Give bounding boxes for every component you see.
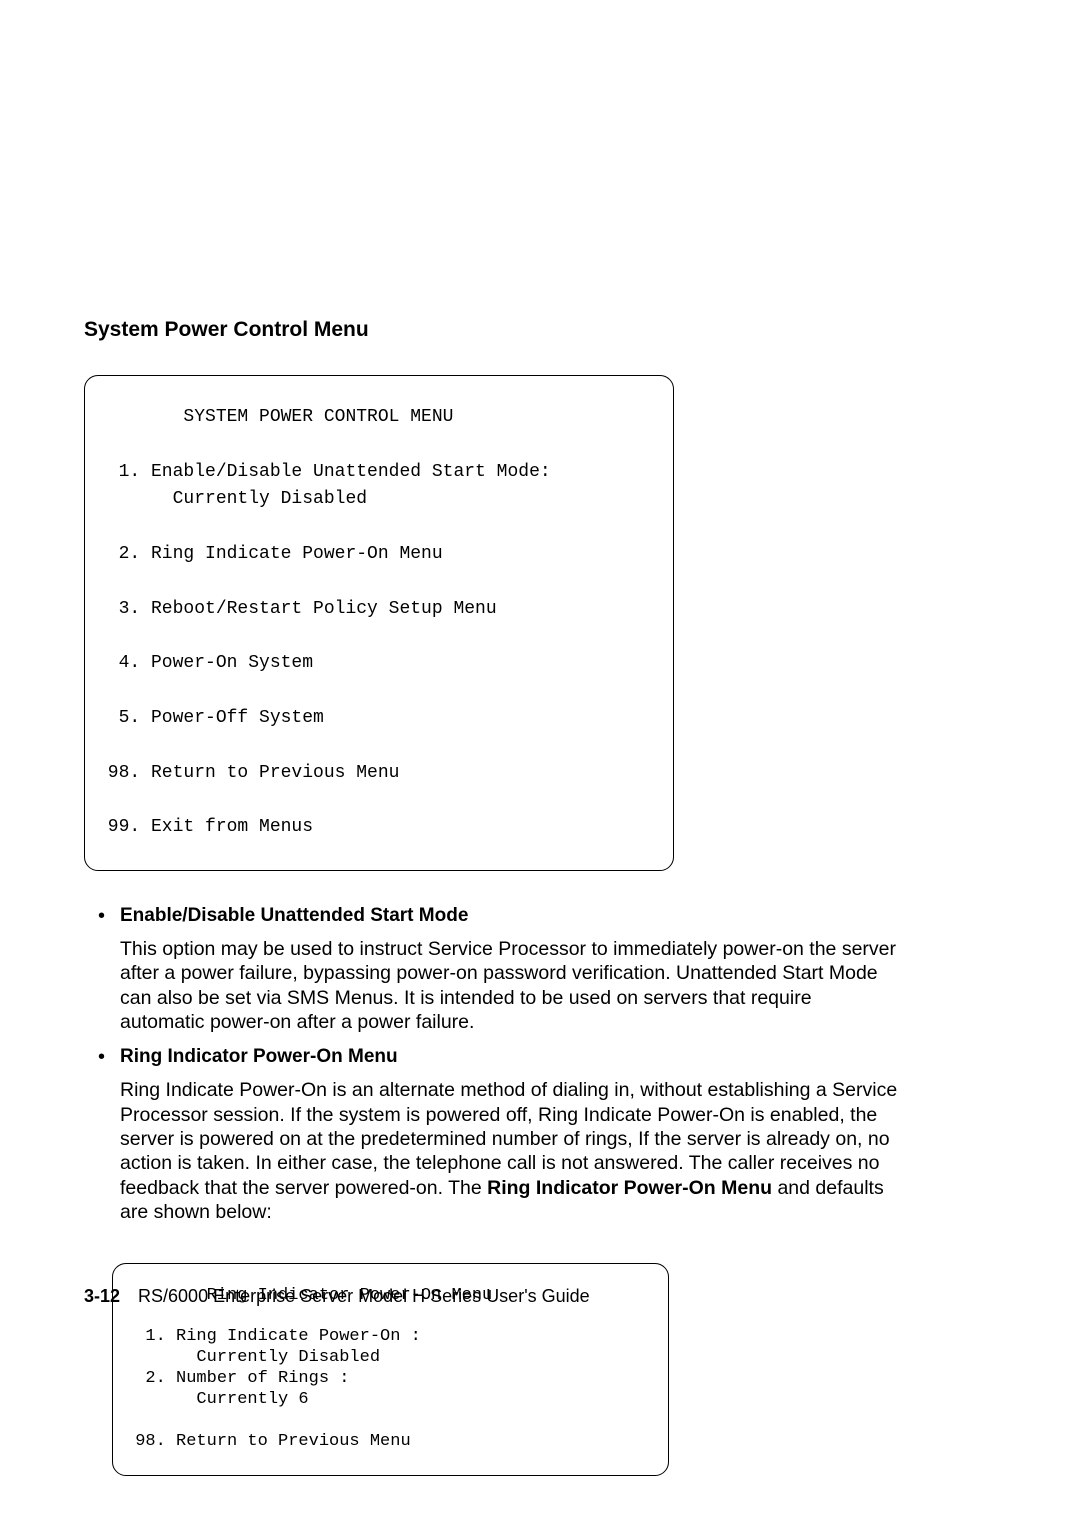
- bullet-text-1: This option may be used to instruct Serv…: [120, 937, 900, 1035]
- page-footer: 3-12 RS/6000 Enterprise Server Model H Se…: [84, 1286, 590, 1307]
- page-number: 3-12: [84, 1286, 120, 1306]
- bullet-item-1: Enable/Disable Unattended Start Mode Thi…: [98, 905, 990, 1035]
- bullet-text-2-bold: Ring Indicator Power-On Menu: [487, 1177, 772, 1199]
- bullet-list: Enable/Disable Unattended Start Mode Thi…: [98, 905, 990, 1225]
- bullet-item-2: Ring Indicator Power-On Menu Ring Indica…: [98, 1046, 990, 1224]
- bullet-text-2: Ring Indicate Power-On is an alternate m…: [120, 1078, 900, 1224]
- bullet-heading-2: Ring Indicator Power-On Menu: [120, 1046, 990, 1068]
- section-heading: System Power Control Menu: [84, 318, 990, 342]
- footer-title: RS/6000 Enterprise Server Model H Series…: [138, 1286, 590, 1306]
- terminal-menu-main: SYSTEM POWER CONTROL MENU 1. Enable/Disa…: [84, 375, 674, 871]
- bullet-heading-1: Enable/Disable Unattended Start Mode: [120, 905, 990, 927]
